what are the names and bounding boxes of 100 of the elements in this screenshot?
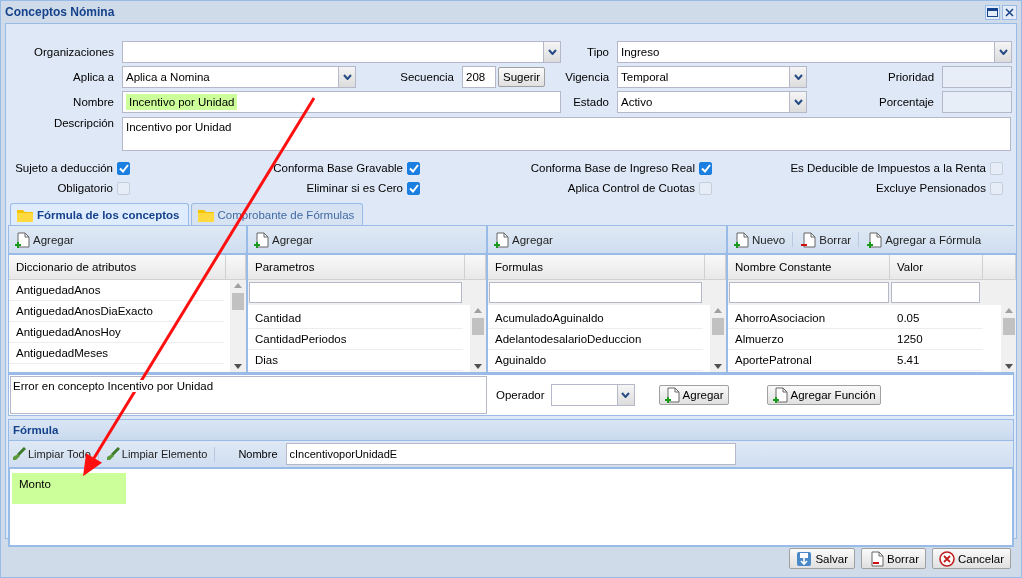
scrollbar[interactable] — [470, 305, 486, 372]
message-text: Error en concepto Incentivo por Unidad — [13, 380, 214, 392]
scroll-down-icon — [234, 364, 242, 369]
input-field[interactable] — [942, 90, 1012, 113]
column-header[interactable]: Nombre Constante — [728, 255, 890, 279]
table-cell[interactable]: AcumuladoAguinaldo — [488, 308, 703, 329]
field-label: Secuencia — [399, 70, 455, 83]
close-icon — [1005, 7, 1014, 17]
toolbar-button[interactable]: Limpiar Elemento — [103, 445, 210, 463]
field-label: Descripción — [52, 117, 115, 129]
delete-document-icon — [868, 550, 884, 567]
checkbox-label: Conforma Base de Ingreso Real — [530, 162, 695, 174]
dropdown[interactable]: Ingreso — [617, 40, 1012, 63]
filter-field[interactable] — [249, 282, 462, 303]
checkbox[interactable] — [407, 181, 420, 195]
tab[interactable]: Fórmula de los conceptos — [10, 203, 189, 225]
window-title: Conceptos Nómina — [5, 5, 115, 19]
checkbox-label: Es Deducible de Impuestos a la Renta — [790, 162, 986, 174]
scrollbar[interactable] — [230, 280, 246, 372]
table-cell[interactable]: AportePatronal — [728, 350, 890, 371]
scrollbar[interactable] — [710, 305, 726, 372]
add-function-button[interactable]: Agregar Función — [766, 385, 881, 405]
checkbox[interactable] — [990, 161, 1003, 175]
scroll-up-icon — [1004, 308, 1013, 313]
scroll-up-icon — [234, 283, 242, 288]
input-field[interactable]: cIncentivoporUnidadE — [285, 443, 736, 465]
toolbar-button[interactable]: Nuevo — [731, 229, 788, 250]
delete-button[interactable]: Borrar — [861, 548, 926, 569]
maximize-button[interactable] — [985, 4, 1000, 20]
input-field[interactable] — [942, 65, 1013, 88]
checkbox[interactable] — [117, 161, 130, 175]
close-button[interactable] — [1002, 4, 1017, 20]
field-label: Estado — [572, 95, 610, 108]
checkbox-label: Obligatorio — [57, 182, 113, 194]
table-cell[interactable]: Aguinaldo — [488, 350, 703, 371]
field-label: Organizaciones — [33, 45, 115, 58]
toolbar-button[interactable]: Borrar — [798, 229, 854, 250]
input-field[interactable]: Incentivo por Unidad — [122, 117, 1011, 151]
toolbar-button[interactable]: Agregar a Fórmula — [864, 229, 984, 250]
checkbox[interactable] — [990, 181, 1003, 195]
checkbox[interactable] — [699, 161, 712, 175]
checkbox-label: Aplica Control de Cuotas — [567, 182, 695, 194]
field-label: Nombre — [238, 448, 278, 460]
scroll-up-icon — [474, 308, 482, 313]
dropdown[interactable] — [550, 384, 635, 406]
section-header: Fórmula — [8, 419, 1014, 441]
toolbar-button[interactable]: Agregar — [491, 229, 555, 250]
scroll-down-icon — [714, 364, 722, 369]
table-cell[interactable]: Almuerzo — [728, 329, 890, 350]
scrollbar-thumb[interactable] — [1002, 318, 1015, 335]
scroll-down-icon — [474, 364, 482, 369]
caret-icon — [547, 48, 557, 55]
scrollbar-thumb[interactable] — [712, 318, 724, 335]
add-document-icon — [663, 387, 680, 403]
table-cell[interactable]: CantidadPeriodos — [248, 329, 463, 350]
table-cell[interactable]: AdelantodesalarioDeduccion — [488, 329, 703, 350]
save-button[interactable]: Salvar — [789, 548, 855, 569]
cancel-button[interactable]: Cancelar — [931, 548, 1011, 569]
checkbox-label: Excluye Pensionados — [876, 182, 986, 194]
table-cell[interactable]: 5.41 — [890, 350, 983, 371]
toolbar-button[interactable]: Agregar — [12, 229, 76, 250]
table-cell[interactable]: Cantidad — [248, 308, 463, 329]
add-button[interactable]: Agregar — [658, 385, 729, 405]
caret-icon — [621, 392, 631, 398]
input-field[interactable]: Incentivo por Unidad — [122, 90, 561, 113]
dropdown[interactable]: Activo — [617, 90, 807, 113]
caret-icon — [998, 48, 1008, 55]
dropdown[interactable] — [122, 40, 561, 63]
table-cell[interactable]: 0.05 — [890, 308, 983, 329]
check-icon — [408, 183, 419, 193]
input-field[interactable]: 208 — [462, 65, 496, 88]
check-icon — [700, 163, 711, 173]
add-document-icon — [733, 231, 749, 248]
add-document-icon — [253, 231, 269, 248]
filter-field[interactable] — [489, 282, 702, 303]
scrollbar[interactable] — [1001, 305, 1016, 372]
table-cell[interactable]: Dias — [248, 350, 463, 371]
filter-field[interactable] — [891, 282, 980, 303]
dropdown[interactable]: Aplica a Nomina — [122, 65, 356, 88]
add-document-icon — [493, 231, 509, 248]
cancel-icon — [938, 550, 955, 567]
checkbox[interactable] — [407, 161, 420, 175]
scrollbar-thumb[interactable] — [232, 293, 244, 310]
toolbar-button[interactable]: Agregar — [251, 229, 315, 250]
field-label: Tipo — [586, 45, 610, 58]
checkbox[interactable] — [117, 181, 130, 195]
filter-field[interactable] — [729, 282, 889, 303]
checkbox-label: Eliminar si es Cero — [306, 182, 403, 194]
dropdown[interactable]: Temporal — [617, 65, 808, 88]
suggest-button[interactable]: Sugerir — [498, 66, 546, 87]
save-icon — [796, 550, 813, 567]
add-document-icon — [866, 231, 883, 248]
field-label: Operador — [496, 389, 545, 401]
column-header[interactable]: Valor — [890, 255, 983, 279]
table-cell[interactable]: AhorroAsociacion — [728, 308, 890, 329]
formula-element[interactable]: Monto — [12, 473, 126, 504]
folder-icon — [17, 207, 33, 222]
scrollbar-thumb[interactable] — [472, 318, 484, 335]
table-cell[interactable]: 1250 — [890, 329, 983, 350]
checkbox[interactable] — [699, 181, 712, 195]
